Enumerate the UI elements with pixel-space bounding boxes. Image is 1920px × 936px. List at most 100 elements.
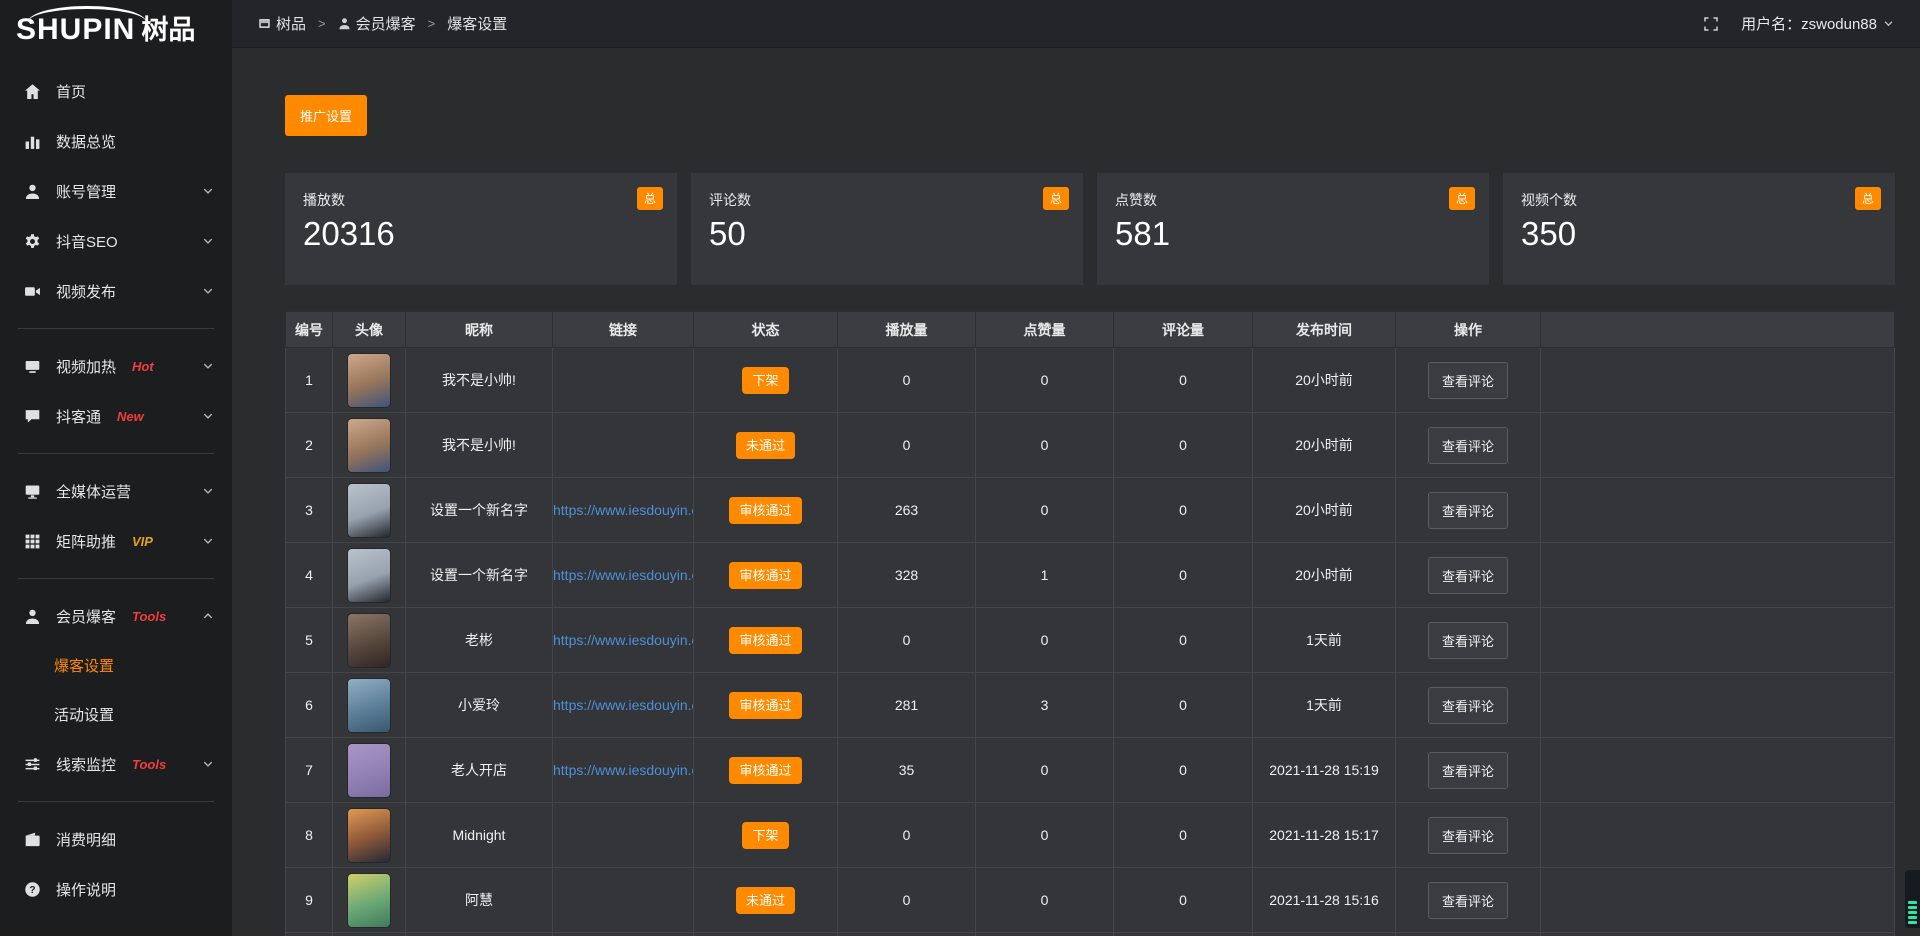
promo-settings-button[interactable]: 推广设置 xyxy=(285,95,367,136)
sidebar-subitem-activity-settings[interactable]: 活动设置 xyxy=(0,690,232,739)
sidebar-item-douketong[interactable]: 抖客通New xyxy=(0,391,232,441)
topbar-right: 用户名：zswodun88 xyxy=(1703,13,1894,34)
view-comments-button[interactable]: 查看评论 xyxy=(1428,557,1508,594)
column-header: 点赞量 xyxy=(976,312,1114,348)
cell-status: 下架 xyxy=(694,348,838,413)
status-badge: 审核通过 xyxy=(729,627,801,654)
view-comments-button[interactable]: 查看评论 xyxy=(1428,752,1508,789)
breadcrumb-item-shupin[interactable]: 树品 xyxy=(258,13,306,34)
cell-plays: 0 xyxy=(838,413,976,478)
sidebar-item-home[interactable]: 首页 xyxy=(0,66,232,116)
brand-logo[interactable]: SHUPIN 树品 xyxy=(0,0,232,60)
cell-number: 6 xyxy=(286,673,333,738)
sidebar-item-label: 会员爆客 xyxy=(56,606,116,627)
cell-number: 4 xyxy=(286,543,333,608)
cell-spacer xyxy=(1541,868,1895,933)
video-link[interactable]: https://www.iesdouyin.c xyxy=(553,567,694,583)
fullscreen-icon[interactable] xyxy=(1703,16,1719,32)
avatar[interactable] xyxy=(348,484,390,537)
cell-comments: 0 xyxy=(1114,348,1253,413)
user-icon xyxy=(24,182,42,200)
video-link[interactable]: https://www.iesdouyin.c xyxy=(553,762,694,778)
avatar[interactable] xyxy=(348,874,390,927)
stat-label: 点赞数 xyxy=(1115,190,1471,210)
topbar: 树品 > 会员爆客 > 爆客设置 用户名：zswodun88 xyxy=(232,0,1920,48)
sidebar-item-data-overview[interactable]: 数据总览 xyxy=(0,116,232,166)
cell-spacer xyxy=(1541,803,1895,868)
view-comments-button[interactable]: 查看评论 xyxy=(1428,882,1508,919)
avatar[interactable] xyxy=(348,679,390,732)
avatar[interactable] xyxy=(348,354,390,407)
sidebar-item-consumption-details[interactable]: 消费明细 xyxy=(0,814,232,864)
cell-number: 8 xyxy=(286,803,333,868)
sidebar-item-account-management[interactable]: 账号管理 xyxy=(0,166,232,216)
logo-text-cn: 树品 xyxy=(141,17,195,44)
cell-plays: 0 xyxy=(838,348,976,413)
sidebar-item-matrix-boost[interactable]: 矩阵助推VIP xyxy=(0,516,232,566)
cell-comments: 0 xyxy=(1114,738,1253,803)
view-comments-button[interactable]: 查看评论 xyxy=(1428,687,1508,724)
sidebar-subitem-baoke-settings[interactable]: 爆客设置 xyxy=(0,641,232,690)
table-row: 1我不是小帅!下架00020小时前查看评论 xyxy=(286,348,1895,413)
cell-publish-time xyxy=(1253,933,1396,936)
sidebar-item-all-media-operation[interactable]: 全媒体运营 xyxy=(0,466,232,516)
avatar[interactable] xyxy=(348,809,390,862)
dashboard-icon xyxy=(258,17,271,30)
avatar[interactable] xyxy=(348,744,390,797)
cell-likes: 0 xyxy=(976,868,1114,933)
sidebar-item-operation-guide[interactable]: ?操作说明 xyxy=(0,864,232,914)
cell-avatar xyxy=(333,478,406,543)
cell-avatar xyxy=(333,803,406,868)
avatar[interactable] xyxy=(348,419,390,472)
sidebar-item-label: 账号管理 xyxy=(56,181,116,202)
table-header: 编号头像昵称链接状态播放量点赞量评论量发布时间操作 xyxy=(286,312,1895,348)
sidebar-item-label: 首页 xyxy=(56,81,86,102)
cell-number: 5 xyxy=(286,608,333,673)
cell-action: 查看评论 xyxy=(1396,738,1541,803)
monitor-icon xyxy=(24,482,42,500)
view-comments-button[interactable]: 查看评论 xyxy=(1428,622,1508,659)
cell-avatar xyxy=(333,868,406,933)
view-comments-button[interactable]: 查看评论 xyxy=(1428,427,1508,464)
cell-publish-time: 20小时前 xyxy=(1253,413,1396,478)
avatar[interactable] xyxy=(348,549,390,602)
breadcrumb-item-member-baoke[interactable]: 会员爆客 xyxy=(338,13,416,34)
sidebar-item-member-baoke[interactable]: 会员爆客Tools xyxy=(0,591,232,641)
sidebar-item-video-publish[interactable]: 视频发布 xyxy=(0,266,232,316)
cell-number: 1 xyxy=(286,348,333,413)
wallet-icon xyxy=(24,830,42,848)
stat-value: 350 xyxy=(1521,215,1877,253)
sidebar-item-label: 视频发布 xyxy=(56,281,116,302)
cell-action: 查看评论 xyxy=(1396,608,1541,673)
cell-nickname: 阿慧 xyxy=(406,868,553,933)
status-badge: 未通过 xyxy=(736,432,795,459)
stat-card-likes: 点赞数581总 xyxy=(1097,173,1489,285)
sidebar-item-clue-monitoring[interactable]: 线索监控Tools xyxy=(0,739,232,789)
sidebar-item-label: 消费明细 xyxy=(56,829,116,850)
sidebar-item-label: 操作说明 xyxy=(56,879,116,900)
status-badge: 审核通过 xyxy=(729,562,801,589)
stat-cards: 播放数20316总评论数50总点赞数581总视频个数350总 xyxy=(285,173,1895,285)
stat-total-badge: 总 xyxy=(637,187,663,210)
sidebar-item-douyin-seo[interactable]: 抖音SEO xyxy=(0,216,232,266)
video-link[interactable]: https://www.iesdouyin.c xyxy=(553,697,694,713)
table-header-row: 编号头像昵称链接状态播放量点赞量评论量发布时间操作 xyxy=(286,312,1895,348)
floating-widget xyxy=(1905,870,1920,928)
avatar[interactable] xyxy=(348,614,390,667)
user-menu[interactable]: 用户名：zswodun88 xyxy=(1741,13,1894,34)
view-comments-button[interactable]: 查看评论 xyxy=(1428,492,1508,529)
widget-level-bar xyxy=(1908,916,1917,919)
breadcrumb-item-baoke-settings[interactable]: 爆客设置 xyxy=(447,13,507,34)
chevron-down-icon xyxy=(202,758,214,770)
table-row: 5老彬https://www.iesdouyin.c审核通过0001天前查看评论 xyxy=(286,608,1895,673)
view-comments-button[interactable]: 查看评论 xyxy=(1428,817,1508,854)
cell-status xyxy=(694,933,838,936)
breadcrumb-label: 爆客设置 xyxy=(447,13,507,34)
sidebar-item-video-heating[interactable]: 视频加热Hot xyxy=(0,341,232,391)
video-link[interactable]: https://www.iesdouyin.c xyxy=(553,502,694,518)
cell-link: https://www.iesdouyin.c xyxy=(553,543,694,608)
widget-level-bar xyxy=(1908,921,1917,924)
view-comments-button[interactable]: 查看评论 xyxy=(1428,362,1508,399)
video-link[interactable]: https://www.iesdouyin.c xyxy=(553,632,694,648)
cell-spacer xyxy=(1541,543,1895,608)
